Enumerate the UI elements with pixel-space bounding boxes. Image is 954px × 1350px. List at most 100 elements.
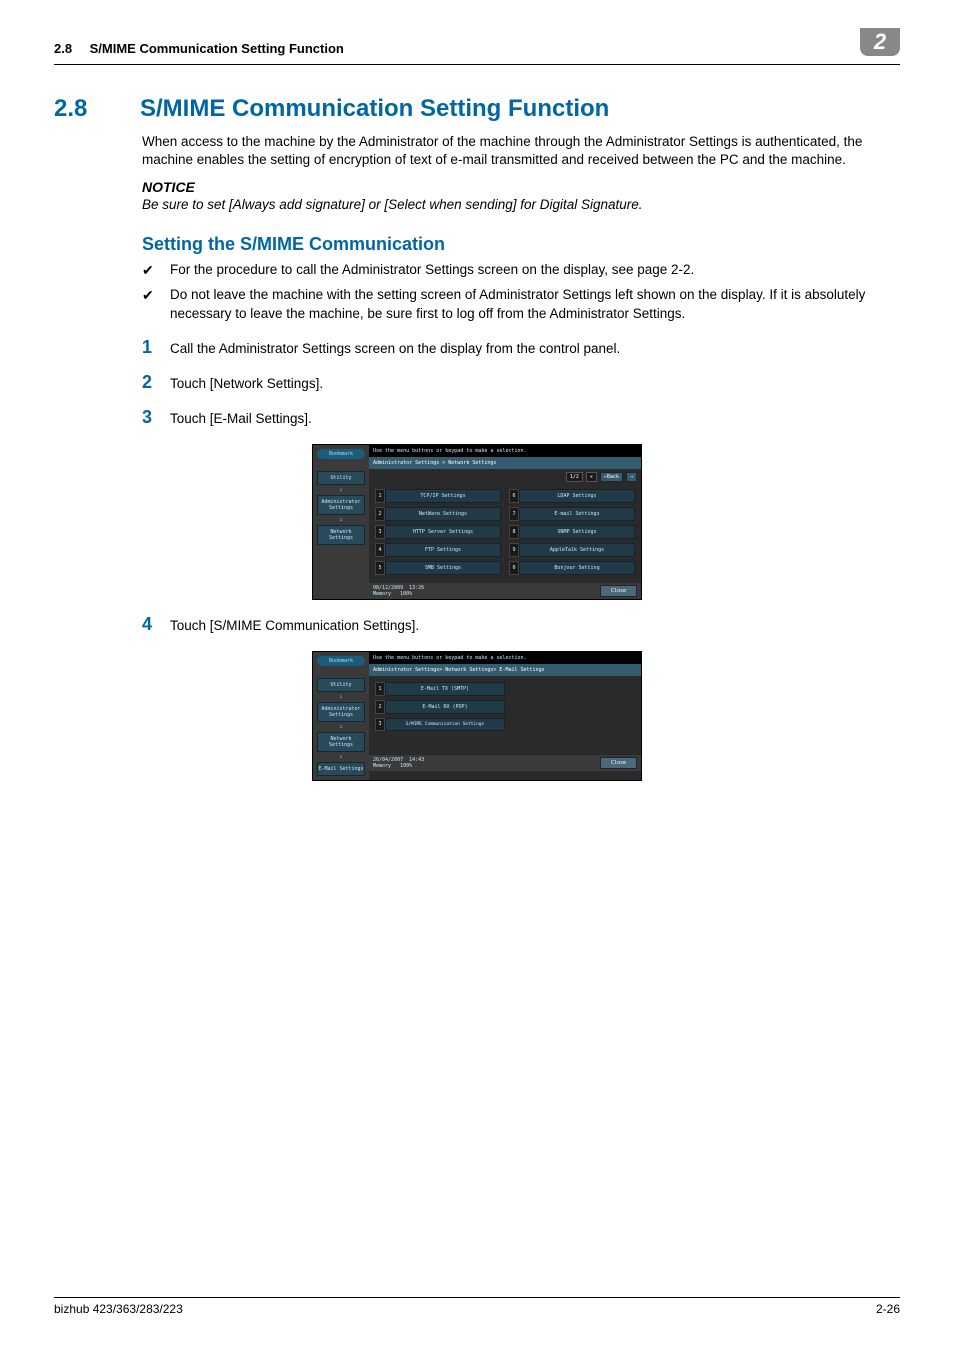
settings-list: 1E-Mail TX (SMTP) 2E-Mail RX (POP) 3S/MI…	[369, 676, 641, 755]
menu-item-tcpip[interactable]: 1TCP/IP Settings	[375, 489, 501, 503]
sidebar-item-utility[interactable]: Utility	[317, 678, 365, 692]
screenshot-prompt: Use the menu buttons or keypad to make a…	[369, 652, 641, 664]
bullet-text: Do not leave the machine with the settin…	[170, 286, 900, 322]
menu-label: Bonjour Setting	[519, 561, 635, 575]
menu-item-smime[interactable]: 3S/MIME Communication Settings	[375, 718, 505, 731]
step-item: 1 Call the Administrator Settings screen…	[142, 337, 900, 358]
menu-number: 9	[509, 543, 519, 557]
menu-number: 3	[375, 525, 385, 539]
checkmark-icon: ✔	[142, 261, 170, 280]
menu-item-appletalk[interactable]: 9AppleTalk Settings	[509, 543, 635, 557]
chevron-down-icon: ↓	[339, 694, 343, 700]
screenshot-email-settings: Bookmark Utility ↓ Administrator Setting…	[312, 651, 642, 781]
menu-number: 1	[375, 489, 385, 503]
screenshot-prompt: Use the menu buttons or keypad to make a…	[369, 445, 641, 457]
breadcrumb: Administrator Settings> Network Settings…	[369, 664, 641, 676]
menu-label: FTP Settings	[385, 543, 501, 557]
step-text: Call the Administrator Settings screen o…	[170, 341, 620, 356]
sidebar-item-network-settings[interactable]: Network Settings	[317, 732, 365, 752]
step-text: Touch [Network Settings].	[170, 376, 323, 391]
menu-item-ftp[interactable]: 4FTP Settings	[375, 543, 501, 557]
menu-label: S/MIME Communication Settings	[385, 718, 505, 731]
page-indicator: 1/2	[566, 472, 583, 482]
menu-number: 3	[375, 718, 385, 731]
menu-label: SNMP Settings	[519, 525, 635, 539]
sidebar-item-admin-settings[interactable]: Administrator Settings	[317, 702, 365, 722]
menu-label: AppleTalk Settings	[519, 543, 635, 557]
menu-number: 2	[375, 507, 385, 521]
menu-number: 6	[509, 489, 519, 503]
menu-label: E-Mail RX (POP)	[385, 700, 505, 714]
step-item: 4 Touch [S/MIME Communication Settings].	[142, 614, 900, 635]
chevron-down-icon: ↓	[339, 487, 343, 493]
bullet-text: For the procedure to call the Administra…	[170, 261, 694, 280]
notice-label: NOTICE	[142, 179, 900, 195]
checkmark-icon: ✔	[142, 286, 170, 322]
menu-number: 4	[375, 543, 385, 557]
footer-memory-label: Memory	[373, 591, 391, 597]
bookmark-tab[interactable]: Bookmark	[317, 449, 365, 459]
page-footer: bizhub 423/363/283/223 2-26	[54, 1297, 900, 1316]
section-number: 2.8	[54, 95, 140, 123]
menu-label: SMB Settings	[385, 561, 501, 575]
screenshot-main: Use the menu buttons or keypad to make a…	[369, 445, 641, 599]
menu-item-netware[interactable]: 2NetWare Settings	[375, 507, 501, 521]
menu-number: 0	[509, 561, 519, 575]
step-item: 3 Touch [E-Mail Settings].	[142, 407, 900, 428]
footer-product: bizhub 423/363/283/223	[54, 1302, 183, 1316]
menu-number: 8	[509, 525, 519, 539]
page-header: 2.8 S/MIME Communication Setting Functio…	[54, 34, 900, 65]
menu-item-email-tx[interactable]: 1E-Mail TX (SMTP)	[375, 682, 505, 696]
menu-item-email-rx[interactable]: 2E-Mail RX (POP)	[375, 700, 505, 714]
menu-number: 1	[375, 682, 385, 696]
screenshot-network-settings: Bookmark Utility ↓ Administrator Setting…	[312, 444, 642, 600]
header-section-title: S/MIME Communication Setting Function	[90, 41, 344, 56]
menu-item-http[interactable]: 3HTTP Server Settings	[375, 525, 501, 539]
bullet-item: ✔ Do not leave the machine with the sett…	[142, 286, 900, 322]
menu-item-snmp[interactable]: 8SNMP Settings	[509, 525, 635, 539]
step-number: 3	[142, 407, 170, 428]
menu-item-email[interactable]: 7E-mail Settings	[509, 507, 635, 521]
notice-text: Be sure to set [Always add signature] or…	[142, 197, 900, 212]
close-button[interactable]: Close	[600, 585, 637, 597]
menu-number: 7	[509, 507, 519, 521]
section-title-text: S/MIME Communication Setting Function	[140, 95, 609, 122]
menu-item-smb[interactable]: 5SMB Settings	[375, 561, 501, 575]
forward-button[interactable]: →	[626, 472, 637, 482]
bullet-item: ✔ For the procedure to call the Administ…	[142, 261, 900, 280]
menu-label: NetWare Settings	[385, 507, 501, 521]
step-number: 1	[142, 337, 170, 358]
screenshot-footer: 08/12/2009 13:26 Memory 100% Close	[369, 583, 641, 599]
screenshot-sidebar: Bookmark Utility ↓ Administrator Setting…	[313, 445, 369, 599]
subheading: Setting the S/MIME Communication	[142, 234, 900, 255]
footer-memory-pct: 100%	[400, 763, 412, 769]
step-number: 2	[142, 372, 170, 393]
sidebar-item-utility[interactable]: Utility	[317, 471, 365, 485]
footer-status: 26/04/2007 14:43 Memory 100%	[373, 757, 424, 769]
bookmark-tab[interactable]: Bookmark	[317, 656, 365, 666]
sidebar-item-email-settings[interactable]: E-Mail Settings	[317, 762, 365, 776]
menu-item-ldap[interactable]: 6LDAP Settings	[509, 489, 635, 503]
menu-label: TCP/IP Settings	[385, 489, 501, 503]
intro-paragraph: When access to the machine by the Admini…	[142, 133, 900, 169]
step-item: 2 Touch [Network Settings].	[142, 372, 900, 393]
back-button[interactable]: ←Back	[600, 472, 623, 482]
screenshot-footer: 26/04/2007 14:43 Memory 100% Close	[369, 755, 641, 771]
sidebar-item-admin-settings[interactable]: Administrator Settings	[317, 495, 365, 515]
menu-item-bonjour[interactable]: 0Bonjour Setting	[509, 561, 635, 575]
chevron-down-icon: ↓	[339, 724, 343, 730]
chapter-badge: 2	[860, 28, 900, 56]
pager: 1/2 ✕ ←Back →	[369, 469, 641, 485]
menu-label: E-Mail TX (SMTP)	[385, 682, 505, 696]
close-button[interactable]: Close	[600, 757, 637, 769]
settings-grid: 1TCP/IP Settings 6LDAP Settings 2NetWare…	[369, 485, 641, 583]
menu-number: 5	[375, 561, 385, 575]
footer-status: 08/12/2009 13:26 Memory 100%	[373, 585, 424, 597]
menu-label: LDAP Settings	[519, 489, 635, 503]
screenshot-sidebar: Bookmark Utility ↓ Administrator Setting…	[313, 652, 369, 780]
sidebar-item-network-settings[interactable]: Network Settings	[317, 525, 365, 545]
step-text: Touch [S/MIME Communication Settings].	[170, 618, 419, 633]
pager-x[interactable]: ✕	[586, 472, 597, 482]
menu-number: 2	[375, 700, 385, 714]
step-text: Touch [E-Mail Settings].	[170, 411, 312, 426]
